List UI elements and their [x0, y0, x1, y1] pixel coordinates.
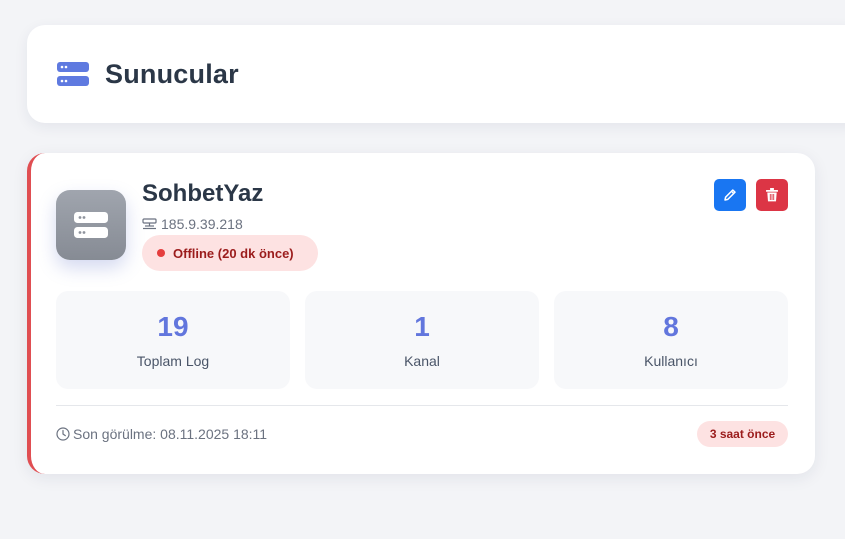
- server-icon: [74, 212, 108, 238]
- stat-value: 19: [157, 311, 189, 342]
- trash-icon: [766, 188, 778, 202]
- stat-label: Kullanıcı: [644, 353, 698, 369]
- stat-channels: 1 Kanal: [305, 291, 539, 389]
- server-avatar: [56, 190, 126, 260]
- clock-icon: [56, 427, 70, 441]
- last-seen-text: Son görülme: 08.11.2025 18:11: [73, 426, 268, 442]
- stat-value: 8: [663, 311, 679, 342]
- stat-label: Kanal: [404, 353, 440, 369]
- server-ip: 185.9.39.218: [142, 216, 243, 232]
- server-card[interactable]: SohbetYaz 185.9.39.218 Offline (20 dk ön…: [27, 153, 815, 474]
- status-dot: [157, 249, 165, 257]
- server-icon: [57, 62, 89, 86]
- stat-users: 8 Kullanıcı: [554, 291, 788, 389]
- page-header: Sunucular: [27, 25, 845, 123]
- server-name: SohbetYaz: [142, 180, 264, 207]
- stat-total-logs: 19 Toplam Log: [56, 291, 290, 389]
- pencil-icon: [723, 188, 737, 202]
- last-seen: Son görülme: 08.11.2025 18:11: [56, 426, 267, 442]
- card-divider: [56, 405, 788, 406]
- page-title: Sunucular: [105, 58, 239, 89]
- status-text: Offline (20 dk önce): [173, 245, 294, 261]
- stat-label: Toplam Log: [136, 353, 210, 369]
- status-badge: Offline (20 dk önce): [142, 235, 318, 271]
- stat-value: 1: [414, 311, 430, 342]
- server-ip-text: 185.9.39.218: [161, 216, 243, 232]
- edit-button[interactable]: [714, 179, 746, 211]
- network-icon: [142, 218, 157, 230]
- time-ago-badge: 3 saat önce: [697, 421, 788, 447]
- delete-button[interactable]: [756, 179, 788, 211]
